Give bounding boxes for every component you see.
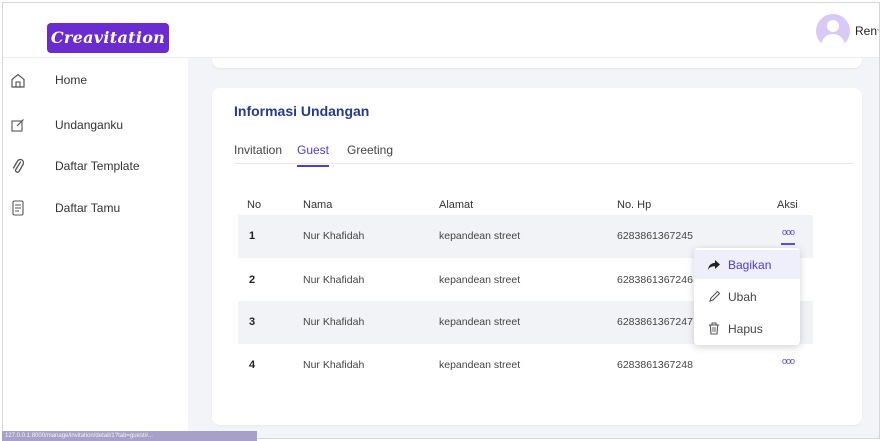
column-header-hp: No. Hp: [617, 199, 652, 211]
sidebar-item-label: Home: [55, 73, 88, 87]
app-window: Creavitation Ren ⌄ Home Undanganku Dafta…: [2, 2, 880, 439]
tab-guest[interactable]: Guest: [297, 143, 330, 167]
cell-alamat: kepandean street: [439, 230, 521, 242]
table-row: 4 Nur Khafidah kepandean street 62838613…: [238, 344, 813, 387]
cell-nama: Nur Khafidah: [303, 274, 365, 286]
sidebar-item-undanganku[interactable]: Undanganku: [3, 114, 188, 136]
actions-dropdown: Bagikan Ubah Hapus: [694, 248, 800, 345]
column-header-alamat: Alamat: [439, 199, 474, 211]
tab-bar: Invitation Guest Greeting: [234, 136, 854, 167]
column-header-no: No: [247, 199, 262, 211]
cell-alamat: kepandean street: [439, 274, 521, 286]
more-actions-icon[interactable]: ooo: [781, 227, 795, 245]
sidebar-item-daftar-template[interactable]: Daftar Template: [3, 155, 188, 177]
chevron-down-icon[interactable]: ⌄: [875, 23, 879, 34]
home-icon: [11, 72, 25, 88]
previous-card: [212, 58, 862, 68]
column-header-nama: Nama: [303, 199, 333, 211]
user-name[interactable]: Ren: [855, 24, 877, 38]
edit-icon: [11, 117, 25, 133]
pencil-icon: [707, 290, 721, 304]
menu-item-label: Hapus: [728, 321, 763, 336]
cell-no: 4: [249, 359, 256, 371]
paperclip-icon: [11, 158, 25, 174]
column-header-aksi: Aksi: [777, 199, 798, 211]
sidebar-item-label: Daftar Template: [55, 159, 140, 173]
avatar-body: [821, 34, 845, 48]
tab-invitation[interactable]: Invitation: [234, 143, 282, 165]
trash-icon: [707, 322, 721, 336]
share-icon: [707, 258, 721, 272]
cell-hp: 6283861367245: [617, 230, 693, 242]
cell-alamat: kepandean street: [439, 316, 521, 328]
more-actions-icon[interactable]: ooo: [781, 356, 795, 374]
avatar[interactable]: [816, 14, 850, 48]
top-bar: Creavitation Ren ⌄: [3, 3, 879, 58]
cell-hp: 6283861367247: [617, 316, 693, 328]
menu-item-label: Bagikan: [728, 257, 772, 272]
logo[interactable]: Creavitation: [47, 23, 169, 53]
cell-hp: 6283861367248: [617, 359, 693, 371]
cell-alamat: kepandean street: [439, 359, 521, 371]
cell-no: 1: [249, 230, 256, 242]
cell-no: 2: [249, 274, 256, 286]
menu-item-hapus[interactable]: Hapus: [694, 314, 800, 343]
sidebar-item-label: Undanganku: [55, 118, 124, 132]
menu-item-label: Ubah: [728, 289, 757, 304]
sidebar-item-label: Daftar Tamu: [55, 201, 121, 215]
card-title: Informasi Undangan: [234, 103, 370, 119]
tab-greeting[interactable]: Greeting: [347, 143, 393, 165]
sidebar-item-daftar-tamu[interactable]: Daftar Tamu: [3, 197, 188, 219]
status-bar-url: 127.0.0.1:8000/manage/invitation/detail/…: [2, 431, 257, 441]
menu-item-ubah[interactable]: Ubah: [694, 282, 800, 311]
avatar-head: [827, 20, 839, 32]
contacts-icon: [11, 200, 25, 216]
menu-item-bagikan[interactable]: Bagikan: [694, 250, 800, 279]
sidebar: Home Undanganku Daftar Template Daftar T…: [3, 58, 188, 438]
cell-nama: Nur Khafidah: [303, 316, 365, 328]
cell-nama: Nur Khafidah: [303, 359, 365, 371]
sidebar-item-home[interactable]: Home: [3, 69, 188, 91]
cell-no: 3: [249, 316, 256, 328]
cell-hp: 6283861367246: [617, 274, 693, 286]
cell-nama: Nur Khafidah: [303, 230, 365, 242]
